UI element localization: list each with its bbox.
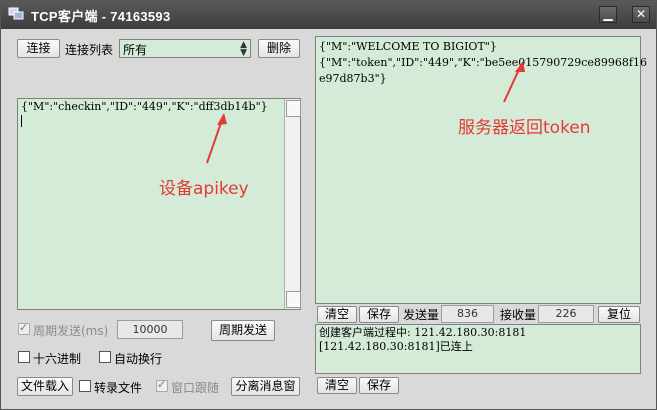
- log-textarea[interactable]: 创建客户端过程中: 121.42.180.30:8181 [121.42.180…: [315, 324, 641, 374]
- receive-textarea[interactable]: {"M":"WELCOME TO BIGIOT"} {"M":"token","…: [315, 36, 647, 304]
- minimize-icon: ▁: [603, 7, 613, 21]
- close-icon: ✕: [635, 7, 647, 21]
- auto-wrap-checkbox[interactable]: [99, 351, 111, 363]
- record-file-label: 转录文件: [94, 381, 143, 395]
- received-count-label: 接收量: [500, 308, 537, 322]
- annotation-server-token: 服务器返回token: [458, 118, 591, 138]
- periodic-interval-input[interactable]: 10000: [117, 320, 183, 339]
- window-follow-label: 窗口跟随: [171, 381, 220, 395]
- periodic-send-label: 周期发送(ms): [33, 324, 109, 338]
- title-bar[interactable]: TCP客户端 - 74163593 ▁ ✕: [1, 1, 656, 29]
- record-file-checkbox[interactable]: [79, 380, 91, 392]
- sent-count-label: 发送量: [403, 308, 440, 322]
- save-receive-button[interactable]: 保存: [359, 306, 399, 323]
- periodic-send-button[interactable]: 周期发送: [211, 320, 275, 341]
- log-line-1: 创建客户端过程中: 121.42.180.30:8181: [319, 326, 527, 339]
- minimize-button[interactable]: ▁: [599, 6, 617, 23]
- receive-line-1: {"M":"WELCOME TO BIGIOT"}: [319, 40, 497, 53]
- hex-checkbox[interactable]: [18, 351, 30, 363]
- save-log-button[interactable]: 保存: [359, 377, 399, 394]
- connection-select-value: 所有: [123, 43, 148, 57]
- auto-wrap-label: 自动换行: [114, 352, 163, 366]
- reset-button[interactable]: 复位: [598, 306, 640, 323]
- network-app-icon: [8, 7, 24, 20]
- send-scrollbar[interactable]: [284, 99, 301, 309]
- scroll-down-button[interactable]: [286, 291, 301, 308]
- hex-label: 十六进制: [33, 352, 82, 366]
- received-count-value: 226: [538, 305, 594, 323]
- annotation-device-apikey: 设备apikey: [159, 179, 249, 199]
- receive-line-2: {"M":"token","ID":"449","K":"be5ee015790…: [319, 56, 647, 69]
- window-follow-checkbox[interactable]: [156, 378, 168, 392]
- connect-button[interactable]: 连接: [17, 39, 60, 58]
- send-textarea[interactable]: {"M":"checkin","ID":"449","K":"dff3db14b…: [17, 98, 301, 310]
- annotation-arrow-icon: [206, 113, 227, 164]
- scroll-up-button[interactable]: [286, 100, 301, 117]
- clear-receive-button[interactable]: 清空: [317, 306, 357, 323]
- close-button[interactable]: ✕: [632, 6, 650, 23]
- sent-count-value: 836: [441, 305, 494, 323]
- delete-button[interactable]: 删除: [258, 39, 300, 58]
- text-cursor: [21, 115, 22, 127]
- load-file-button[interactable]: 文件载入: [17, 377, 73, 396]
- connection-list-label: 连接列表: [65, 43, 114, 57]
- log-line-2: [121.42.180.30:8181]已连上: [319, 340, 473, 353]
- separate-message-window-button[interactable]: 分离消息窗: [231, 377, 300, 396]
- clear-log-button[interactable]: 清空: [317, 377, 357, 394]
- periodic-send-checkbox[interactable]: [18, 321, 30, 335]
- receive-line-3: e97d87b3"}: [319, 72, 387, 85]
- annotation-arrow-icon: [503, 61, 525, 103]
- connection-select[interactable]: 所有 ▲ ▼: [119, 39, 251, 58]
- tcp-client-window: TCP客户端 - 74163593 ▁ ✕ 连接 连接列表 所有 ▲ ▼ 删除 {…: [0, 0, 657, 410]
- window-title: TCP客户端 - 74163593: [31, 9, 171, 24]
- spinner-arrows-icon[interactable]: ▲ ▼: [240, 41, 247, 58]
